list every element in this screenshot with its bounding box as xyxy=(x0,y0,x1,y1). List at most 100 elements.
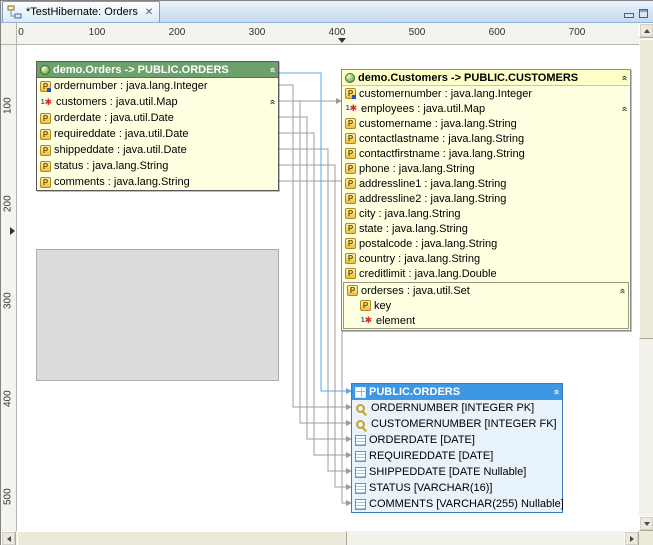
property-icon xyxy=(345,268,356,279)
diagram-editor-window: *TestHibernate: Orders ✕ 0 100 200 300 4… xyxy=(0,0,653,545)
field-label: element xyxy=(376,315,415,327)
property-icon xyxy=(345,223,356,234)
field-row-employees[interactable]: employees : java.util.Map xyxy=(342,101,630,116)
field-row-ordernumber[interactable]: ordernumber : java.lang.Integer xyxy=(37,78,278,94)
field-row-status[interactable]: status : java.lang.String xyxy=(37,158,278,174)
ruler-label: 100 xyxy=(2,89,14,123)
collection-row-key[interactable]: key xyxy=(344,298,628,313)
ruler-label: 100 xyxy=(82,27,112,38)
mapped-class-icon xyxy=(345,73,355,83)
field-row-city[interactable]: city : java.lang.String xyxy=(342,206,630,221)
field-row-addressline1[interactable]: addressline1 : java.lang.String xyxy=(342,176,630,191)
property-icon xyxy=(40,161,51,172)
property-icon xyxy=(345,118,356,129)
field-label: customername : java.lang.String xyxy=(359,118,517,130)
field-row-state[interactable]: state : java.lang.String xyxy=(342,221,630,236)
field-row-comments[interactable]: comments : java.lang.String xyxy=(37,174,278,190)
field-label: customernumber : java.lang.Integer xyxy=(359,88,532,100)
field-row-requireddate[interactable]: requireddate : java.util.Date xyxy=(37,126,278,142)
maximize-icon[interactable] xyxy=(639,9,648,18)
ruler-label: 300 xyxy=(2,284,14,318)
orders-entity-box[interactable]: demo.Orders -> PUBLIC.ORDERS ordernumber… xyxy=(36,61,279,191)
field-label: requireddate : java.util.Date xyxy=(54,128,189,140)
customers-entity-box[interactable]: demo.Customers -> PUBLIC.CUSTOMERS custo… xyxy=(341,69,631,331)
editor-tab-bar: *TestHibernate: Orders ✕ xyxy=(1,1,653,23)
collapse-icon[interactable] xyxy=(619,106,629,112)
field-label: state : java.lang.String xyxy=(359,223,468,235)
property-icon xyxy=(40,113,51,124)
primary-key-icon xyxy=(355,402,368,414)
field-label: contactfirstname : java.lang.String xyxy=(359,148,525,160)
orderses-collection-box[interactable]: orderses : java.util.Set key element xyxy=(343,282,629,329)
column-row-ordernumber[interactable]: ORDERNUMBER [INTEGER PK] xyxy=(352,400,562,416)
collapse-icon[interactable] xyxy=(619,75,629,81)
field-row-addressline2[interactable]: addressline2 : java.lang.String xyxy=(342,191,630,206)
scroll-down-button[interactable] xyxy=(639,516,653,531)
ruler-label: 200 xyxy=(162,27,192,38)
collection-row-element[interactable]: element xyxy=(344,313,628,328)
column-row-requireddate[interactable]: REQUIREDDATE [DATE] xyxy=(352,448,562,464)
collapse-icon[interactable] xyxy=(617,288,627,294)
field-row-phone[interactable]: phone : java.lang.String xyxy=(342,161,630,176)
table-icon xyxy=(355,387,366,398)
field-row-customernumber[interactable]: customernumber : java.lang.Integer xyxy=(342,86,630,101)
column-row-customernumber[interactable]: CUSTOMERNUMBER [INTEGER FK] xyxy=(352,416,562,432)
orders-entity-title: demo.Orders -> PUBLIC.ORDERS xyxy=(53,64,229,76)
orders-table-box[interactable]: PUBLIC.ORDERS ORDERNUMBER [INTEGER PK] C… xyxy=(351,383,563,513)
field-row-postalcode[interactable]: postalcode : java.lang.String xyxy=(342,236,630,251)
diagram-canvas[interactable]: demo.Orders -> PUBLIC.ORDERS ordernumber… xyxy=(17,45,639,531)
ruler-guide-marker-icon[interactable] xyxy=(10,227,15,235)
field-row-customername[interactable]: customername : java.lang.String xyxy=(342,116,630,131)
property-icon xyxy=(40,129,51,140)
field-row-creditlimit[interactable]: creditlimit : java.lang.Double xyxy=(342,266,630,281)
field-label: addressline1 : java.lang.String xyxy=(359,178,506,190)
field-row-orderdate[interactable]: orderdate : java.util.Date xyxy=(37,110,278,126)
column-label: STATUS [VARCHAR(16)] xyxy=(369,482,492,494)
orders-table-header[interactable]: PUBLIC.ORDERS xyxy=(352,384,562,400)
editor-tab-orders[interactable]: *TestHibernate: Orders ✕ xyxy=(2,1,160,22)
collapse-icon[interactable] xyxy=(551,389,561,395)
scroll-up-icon xyxy=(644,29,650,33)
horizontal-scrollbar-thumb[interactable] xyxy=(17,531,347,545)
vertical-ruler[interactable]: 100 200 300 400 500 xyxy=(1,45,17,531)
property-icon xyxy=(40,145,51,156)
scroll-right-button[interactable] xyxy=(624,531,639,545)
ruler-label: 500 xyxy=(402,27,432,38)
ruler-guide-marker-icon[interactable] xyxy=(338,38,346,43)
column-label: ORDERDATE [DATE] xyxy=(369,434,475,446)
column-icon xyxy=(355,499,366,510)
tab-close-icon[interactable]: ✕ xyxy=(145,7,153,18)
collapse-icon[interactable] xyxy=(267,99,277,105)
horizontal-ruler[interactable]: 0 100 200 300 400 500 600 700 xyxy=(17,23,639,45)
vertical-scrollbar-thumb[interactable] xyxy=(639,39,653,339)
field-row-shippeddate[interactable]: shippeddate : java.util.Date xyxy=(37,142,278,158)
many-to-one-icon xyxy=(360,315,373,327)
collection-icon xyxy=(347,285,358,296)
property-icon xyxy=(345,253,356,264)
scroll-right-icon xyxy=(630,536,634,542)
column-row-orderdate[interactable]: ORDERDATE [DATE] xyxy=(352,432,562,448)
scroll-left-button[interactable] xyxy=(1,531,16,545)
property-icon xyxy=(345,163,356,174)
field-row-contactlastname[interactable]: contactlastname : java.lang.String xyxy=(342,131,630,146)
field-row-customers[interactable]: customers : java.util.Map xyxy=(37,94,278,110)
customers-entity-header[interactable]: demo.Customers -> PUBLIC.CUSTOMERS xyxy=(342,70,630,86)
scroll-up-button[interactable] xyxy=(639,23,653,38)
minimize-icon[interactable] xyxy=(624,9,633,18)
tab-title: *TestHibernate: Orders xyxy=(26,6,138,18)
collapsed-shape[interactable] xyxy=(36,249,279,381)
horizontal-scrollbar[interactable] xyxy=(1,531,639,545)
scrollbar-corner xyxy=(639,531,653,545)
field-row-country[interactable]: country : java.lang.String xyxy=(342,251,630,266)
column-row-comments[interactable]: COMMENTS [VARCHAR(255) Nullable] xyxy=(352,496,562,512)
vertical-scrollbar[interactable] xyxy=(639,23,653,531)
column-row-shippeddate[interactable]: SHIPPEDDATE [DATE Nullable] xyxy=(352,464,562,480)
column-row-status[interactable]: STATUS [VARCHAR(16)] xyxy=(352,480,562,496)
field-row-contactfirstname[interactable]: contactfirstname : java.lang.String xyxy=(342,146,630,161)
collection-header-row[interactable]: orderses : java.util.Set xyxy=(344,283,628,298)
property-icon xyxy=(40,177,51,188)
collapse-icon[interactable] xyxy=(267,67,277,73)
ruler-label: 500 xyxy=(2,480,14,514)
property-icon xyxy=(345,178,356,189)
orders-entity-header[interactable]: demo.Orders -> PUBLIC.ORDERS xyxy=(37,62,278,78)
